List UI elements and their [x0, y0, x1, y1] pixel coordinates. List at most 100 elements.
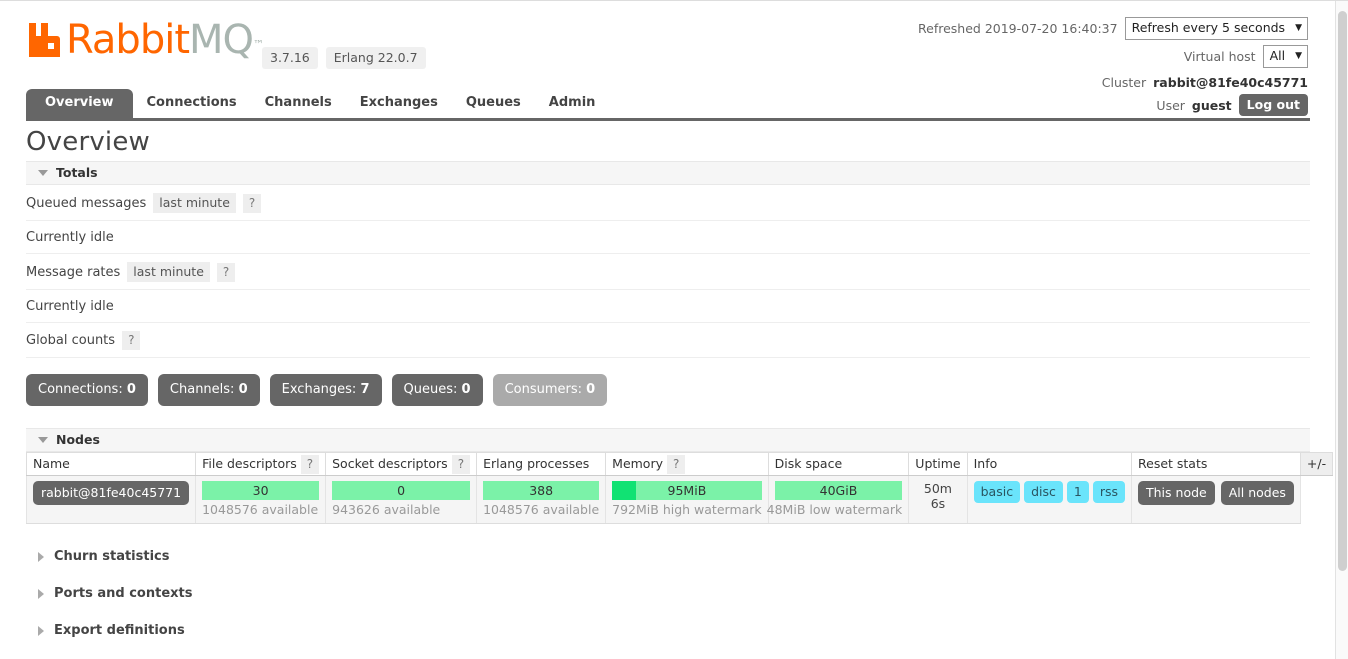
main-navigation-tabs: Overview Connections Channels Exchanges … [26, 89, 1310, 121]
tab-connections[interactable]: Connections [133, 89, 251, 118]
column-name-label: Name [33, 456, 70, 471]
column-name[interactable]: Name [27, 453, 196, 476]
help-icon[interactable]: ? [667, 455, 685, 474]
column-socket-descriptors-label: Socket descriptors [332, 456, 448, 471]
count-exchanges-value: 7 [360, 382, 369, 397]
column-disk-space[interactable]: Disk space [768, 453, 909, 476]
cell-info: basic disc 1 rss [967, 476, 1131, 524]
cell-erlang-processes: 388 1048576 available [477, 476, 606, 524]
chevron-down-icon: ▼ [1295, 20, 1302, 36]
global-counts-buttons: Connections: 0 Channels: 0 Exchanges: 7 … [26, 374, 1310, 406]
help-icon[interactable]: ? [301, 455, 319, 474]
column-info[interactable]: Info [967, 453, 1131, 476]
erlang-processes-value: 388 [529, 483, 553, 498]
column-socket-descriptors[interactable]: Socket descriptors? [326, 453, 477, 476]
main-content: Overview Totals Queued messages last min… [26, 127, 1310, 659]
tab-channels[interactable]: Channels [251, 89, 346, 118]
count-connections[interactable]: Connections: 0 [26, 374, 148, 406]
reset-this-node-button[interactable]: This node [1138, 481, 1215, 505]
node-name-badge[interactable]: rabbit@81fe40c45771 [33, 481, 189, 505]
erlang-processes-sub: 1048576 available [483, 503, 599, 517]
message-rates-idle: Currently idle [26, 290, 1310, 323]
reset-stats-buttons: This node All nodes [1138, 481, 1294, 505]
help-icon[interactable]: ? [122, 331, 140, 350]
disk-space-bar: 40GiB [775, 481, 903, 500]
rabbitmq-version-badge: 3.7.16 [262, 47, 318, 69]
count-queues-value: 0 [462, 382, 471, 397]
memory-sub: 792MiB high watermark [612, 503, 762, 517]
section-header-nodes[interactable]: Nodes [26, 428, 1310, 452]
erlang-version-badge: Erlang 22.0.7 [326, 47, 426, 69]
info-badge-rss[interactable]: rss [1093, 481, 1125, 503]
count-exchanges[interactable]: Exchanges: 7 [270, 374, 382, 406]
section-churn-statistics[interactable]: Churn statistics [26, 538, 1310, 575]
logo-text-rabbit: Rabbit [66, 17, 189, 63]
scrollbar-thumb[interactable] [1338, 11, 1347, 571]
queued-messages-period-chip[interactable]: last minute [153, 193, 236, 213]
vhost-label: Virtual host [1184, 49, 1256, 64]
count-channels-value: 0 [239, 382, 248, 397]
column-disk-space-label: Disk space [775, 456, 843, 471]
triangle-right-icon [38, 589, 44, 599]
refresh-interval-select[interactable]: Refresh every 5 seconds ▼ [1125, 17, 1308, 40]
message-rates-label: Message rates [26, 265, 120, 280]
tab-queues[interactable]: Queues [452, 89, 535, 118]
info-badges: basic disc 1 rss [974, 481, 1125, 503]
file-descriptors-value: 30 [253, 483, 269, 498]
cell-disk-space: 40GiB 48MiB low watermark [768, 476, 909, 524]
rabbitmq-logo-icon [26, 23, 64, 57]
chevron-down-icon: ▼ [1295, 48, 1302, 64]
column-uptime-label: Uptime [915, 456, 960, 471]
help-icon[interactable]: ? [243, 194, 261, 213]
memory-bar: 95MiB [612, 481, 762, 500]
triangle-down-icon [38, 437, 48, 443]
vhost-select[interactable]: All ▼ [1263, 45, 1308, 68]
info-badge-basic[interactable]: basic [974, 481, 1020, 503]
vhost-select-value: All [1270, 48, 1286, 64]
count-consumers[interactable]: Consumers: 0 [493, 374, 608, 406]
column-erlang-processes[interactable]: Erlang processes [477, 453, 606, 476]
section-label-churn-statistics: Churn statistics [54, 549, 170, 564]
queued-messages-label: Queued messages [26, 196, 146, 211]
info-badge-count[interactable]: 1 [1067, 481, 1089, 503]
section-export-definitions[interactable]: Export definitions [26, 612, 1310, 649]
page-title: Overview [26, 127, 1310, 157]
tab-exchanges[interactable]: Exchanges [346, 89, 452, 118]
cell-node-name: rabbit@81fe40c45771 [27, 476, 196, 524]
collapsed-sections: Churn statistics Ports and contexts Expo… [26, 538, 1310, 659]
toggle-columns-button[interactable]: +/- [1300, 453, 1332, 476]
triangle-right-icon [38, 626, 44, 636]
memory-value: 95MiB [668, 483, 707, 498]
help-icon[interactable]: ? [452, 455, 470, 474]
column-uptime[interactable]: Uptime [909, 453, 967, 476]
section-header-totals[interactable]: Totals [26, 161, 1310, 185]
count-consumers-label: Consumers: [505, 382, 582, 397]
cell-file-descriptors: 30 1048576 available [196, 476, 326, 524]
cell-spacer [1300, 476, 1332, 524]
global-counts-label: Global counts [26, 333, 115, 348]
cell-reset-stats: This node All nodes [1132, 476, 1301, 524]
help-icon[interactable]: ? [217, 263, 235, 282]
section-label-totals: Totals [56, 165, 98, 180]
count-channels[interactable]: Channels: 0 [158, 374, 260, 406]
section-ports-and-contexts[interactable]: Ports and contexts [26, 575, 1310, 612]
tab-admin[interactable]: Admin [535, 89, 610, 118]
info-badge-disc[interactable]: disc [1024, 481, 1063, 503]
page-scrollbar[interactable] [1335, 1, 1348, 659]
column-memory[interactable]: Memory? [606, 453, 769, 476]
file-descriptors-sub: 1048576 available [202, 503, 319, 517]
message-rates-period-chip[interactable]: last minute [127, 262, 210, 282]
tab-overview[interactable]: Overview [26, 89, 133, 118]
version-badges: 3.7.16 Erlang 22.0.7 [262, 47, 426, 69]
column-file-descriptors[interactable]: File descriptors? [196, 453, 326, 476]
section-import-definitions[interactable]: Import definitions [26, 649, 1310, 659]
section-label-export-definitions: Export definitions [54, 623, 185, 638]
reset-all-nodes-button[interactable]: All nodes [1221, 481, 1294, 505]
queued-messages-idle: Currently idle [26, 221, 1310, 254]
column-reset-stats[interactable]: Reset stats [1132, 453, 1301, 476]
count-queues[interactable]: Queues: 0 [392, 374, 483, 406]
column-memory-label: Memory [612, 456, 663, 471]
count-connections-value: 0 [127, 382, 136, 397]
cell-uptime: 50m 6s [909, 476, 967, 524]
rabbitmq-logo[interactable]: RabbitMQ™ [26, 23, 264, 57]
